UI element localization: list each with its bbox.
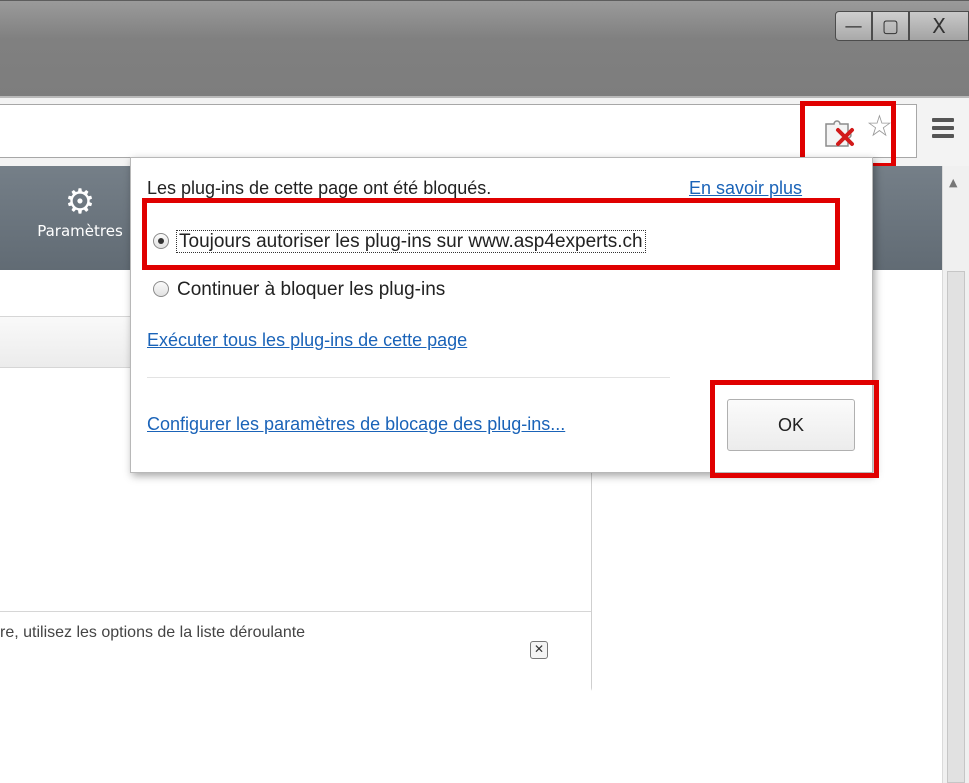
vertical-scrollbar[interactable]: ▲: [942, 166, 969, 783]
close-window-button[interactable]: X: [909, 11, 969, 41]
scrollbar-thumb[interactable]: [947, 271, 965, 783]
radio-keep-blocking-label: Continuer à bloquer les plug-ins: [177, 279, 446, 300]
bubble-separator: [147, 377, 670, 378]
run-all-plugins-link[interactable]: Exécuter tous les plug-ins de cette page: [147, 330, 467, 351]
address-bar[interactable]: [0, 104, 917, 158]
gear-icon: ⚙: [64, 182, 96, 222]
info-notice: re, utilisez les options de la liste dér…: [0, 611, 591, 696]
hamburger-menu-icon[interactable]: [932, 118, 954, 140]
scroll-up-arrow-icon[interactable]: ▲: [949, 176, 957, 189]
notice-close-icon[interactable]: ✕: [530, 641, 548, 659]
radio-keep-blocking[interactable]: Continuer à bloquer les plug-ins: [153, 279, 445, 301]
always-allow-highlight: [142, 198, 840, 270]
notice-text: re, utilisez les options de la liste dér…: [0, 624, 306, 641]
radio-unselected-icon[interactable]: [153, 281, 169, 297]
minimize-button[interactable]: —: [835, 11, 872, 41]
maximize-button[interactable]: ▢: [872, 11, 909, 41]
learn-more-link[interactable]: En savoir plus: [689, 178, 802, 199]
window-controls: — ▢ X: [835, 11, 969, 43]
ok-button-highlight: [710, 380, 879, 478]
bubble-title: Les plug-ins de cette page ont été bloqu…: [147, 178, 492, 198]
settings-nav-item[interactable]: ⚙ Paramètres: [30, 182, 130, 240]
configure-plugin-blocking-link[interactable]: Configurer les paramètres de blocage des…: [147, 414, 565, 435]
settings-nav-label: Paramètres: [37, 222, 123, 240]
browser-title-bar: — ▢ X: [0, 0, 969, 97]
